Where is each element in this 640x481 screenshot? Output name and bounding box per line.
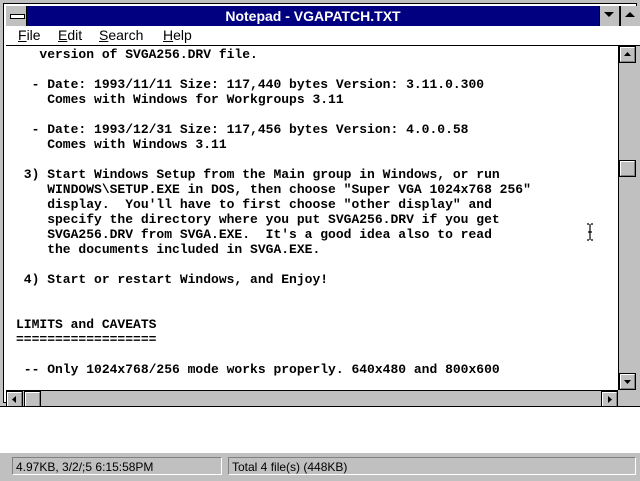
title-bar[interactable]: Notepad - VGAPATCH.TXT bbox=[6, 6, 640, 26]
menu-help[interactable]: Help bbox=[163, 26, 192, 45]
document-text-area[interactable]: version of SVGA256.DRV file. - Date: 199… bbox=[6, 46, 618, 390]
menu-file[interactable]: File bbox=[18, 26, 41, 45]
menu-edit[interactable]: Edit bbox=[58, 26, 82, 45]
text-line: specify the directory where you put SVGA… bbox=[16, 212, 500, 227]
minimize-icon[interactable] bbox=[599, 6, 619, 26]
scrollbar-corner bbox=[618, 390, 637, 407]
text-line: ================== bbox=[16, 332, 157, 347]
text-line: -- Only 1024x768/256 mode works properly… bbox=[16, 362, 500, 377]
text-line: 4) Start or restart Windows, and Enjoy! bbox=[16, 272, 329, 287]
menu-search[interactable]: Search bbox=[99, 26, 143, 45]
text-line: LIMITS and CAVEATS bbox=[16, 317, 157, 332]
text-line: WINDOWS\SETUP.EXE in DOS, then choose "S… bbox=[16, 182, 531, 197]
text-line: SVGA256.DRV from SVGA.EXE. It's a good i… bbox=[16, 227, 492, 242]
text-line: - Date: 1993/11/11 Size: 117,440 bytes V… bbox=[16, 77, 485, 92]
maximize-icon[interactable] bbox=[620, 6, 640, 26]
text-line: Comes with Windows for Workgroups 3.11 bbox=[16, 92, 344, 107]
window-title: Notepad - VGAPATCH.TXT bbox=[225, 8, 401, 24]
text-line: version of SVGA256.DRV file. bbox=[16, 47, 258, 62]
status-bar: 4.97KB, 3/2/;5 6:15:58PM Total 4 file(s)… bbox=[0, 452, 640, 481]
text-line: display. You'll have to first choose "ot… bbox=[16, 197, 492, 212]
status-total-files: Total 4 file(s) (448KB) bbox=[228, 457, 636, 475]
text-line: the documents included in SVGA.EXE. bbox=[16, 242, 321, 257]
desktop-area bbox=[0, 406, 640, 453]
menu-bar: File Edit Search Help bbox=[6, 26, 640, 46]
vertical-scrollbar[interactable] bbox=[618, 46, 637, 390]
vertical-scroll-thumb[interactable] bbox=[619, 160, 636, 177]
text-line: 3) Start Windows Setup from the Main gro… bbox=[16, 167, 500, 182]
status-file-info: 4.97KB, 3/2/;5 6:15:58PM bbox=[12, 457, 222, 475]
scroll-down-icon[interactable] bbox=[619, 373, 636, 390]
notepad-window: Notepad - VGAPATCH.TXT File Edit Search … bbox=[0, 0, 640, 408]
scroll-up-icon[interactable] bbox=[619, 46, 636, 63]
text-line: Comes with Windows 3.11 bbox=[16, 137, 227, 152]
text-line: - Date: 1993/12/31 Size: 117,456 bytes V… bbox=[16, 122, 469, 137]
ibeam-cursor-icon bbox=[587, 223, 593, 241]
system-menu-icon[interactable] bbox=[6, 6, 27, 26]
